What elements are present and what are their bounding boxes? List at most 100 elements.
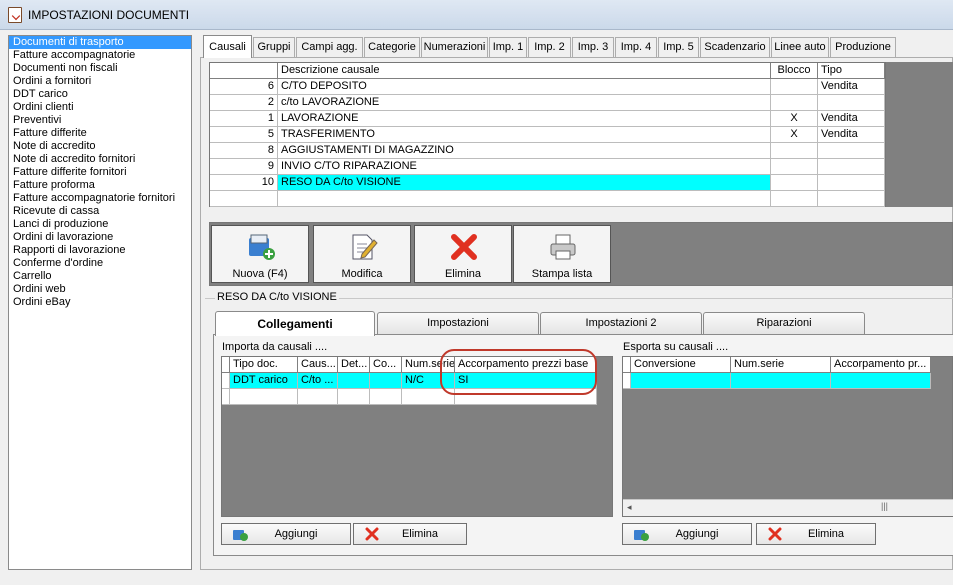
list-item[interactable]: Carrello: [9, 270, 191, 283]
list-item[interactable]: Fatture accompagnatorie: [9, 49, 191, 62]
table-cell[interactable]: LAVORAZIONE: [278, 111, 771, 127]
table-cell[interactable]: AGGIUSTAMENTI DI MAGAZZINO: [278, 143, 771, 159]
table-cell[interactable]: [818, 175, 885, 191]
column-header[interactable]: [210, 63, 278, 79]
table-cell[interactable]: X: [771, 111, 818, 127]
list-item[interactable]: Fatture accompagnatorie fornitori: [9, 192, 191, 205]
table-cell[interactable]: RESO DA C/to VISIONE: [278, 175, 771, 191]
import-delete-button[interactable]: Elimina: [353, 523, 467, 545]
table-cell[interactable]: C/TO DEPOSITO: [278, 79, 771, 95]
table-cell[interactable]: [818, 191, 885, 207]
scroll-left-icon[interactable]: ◂: [627, 502, 632, 513]
table-cell[interactable]: 5: [210, 127, 278, 143]
list-item[interactable]: Note di accredito fornitori: [9, 153, 191, 166]
table-cell[interactable]: [222, 373, 230, 389]
tab-scadenzario[interactable]: Scadenzario: [700, 37, 770, 57]
subtab-collegamenti[interactable]: Collegamenti: [215, 311, 375, 336]
list-item[interactable]: Ordini eBay: [9, 296, 191, 309]
table-cell[interactable]: [338, 373, 370, 389]
table-cell[interactable]: [370, 389, 402, 405]
list-item[interactable]: Ordini di lavorazione: [9, 231, 191, 244]
table-row[interactable]: 8 AGGIUSTAMENTI DI MAGAZZINO: [210, 143, 885, 159]
list-item[interactable]: Rapporti di lavorazione: [9, 244, 191, 257]
table-cell[interactable]: [338, 389, 370, 405]
tab-gruppi[interactable]: Gruppi: [253, 37, 295, 57]
list-item[interactable]: Documenti non fiscali: [9, 62, 191, 75]
tab-imp-2[interactable]: Imp. 2: [528, 37, 571, 57]
table-row[interactable]: [623, 373, 931, 389]
column-header[interactable]: Tipo doc.: [230, 357, 298, 373]
column-header[interactable]: Det...: [338, 357, 370, 373]
list-item[interactable]: Lanci di produzione: [9, 218, 191, 231]
tab-imp-5[interactable]: Imp. 5: [658, 37, 699, 57]
new-button[interactable]: Nuova (F4): [211, 225, 309, 283]
column-header[interactable]: Conversione: [631, 357, 731, 373]
column-header[interactable]: Descrizione causale: [278, 63, 771, 79]
column-header[interactable]: [222, 357, 230, 373]
tab-imp-4[interactable]: Imp. 4: [615, 37, 657, 57]
table-row[interactable]: [210, 191, 885, 207]
table-cell[interactable]: [230, 389, 298, 405]
list-item[interactable]: Conferme d'ordine: [9, 257, 191, 270]
table-cell[interactable]: Vendita: [818, 111, 885, 127]
table-cell[interactable]: 10: [210, 175, 278, 191]
causali-grid[interactable]: Descrizione causale Blocco Tipo 6 C/TO DEPOS…: [209, 62, 886, 207]
table-cell[interactable]: [370, 373, 402, 389]
table-cell[interactable]: [831, 373, 931, 389]
table-cell[interactable]: [298, 389, 338, 405]
table-cell[interactable]: [818, 159, 885, 175]
table-cell[interactable]: [210, 191, 278, 207]
table-cell[interactable]: C/to ...: [298, 373, 338, 389]
column-header[interactable]: Tipo: [818, 63, 885, 79]
list-item[interactable]: Ricevute di cassa: [9, 205, 191, 218]
table-row[interactable]: 5 TRASFERIMENTO X Vendita: [210, 127, 885, 143]
edit-button[interactable]: Modifica: [313, 225, 411, 283]
table-cell[interactable]: [222, 389, 230, 405]
table-row[interactable]: 1 LAVORAZIONE X Vendita: [210, 111, 885, 127]
column-header[interactable]: Accorpamento pr...: [831, 357, 931, 373]
list-item[interactable]: Fatture differite: [9, 127, 191, 140]
document-type-list[interactable]: Documenti di trasporto Fatture accompagna…: [8, 35, 192, 570]
subtab-impostazioni-2[interactable]: Impostazioni 2: [540, 312, 702, 334]
list-item[interactable]: DDT carico: [9, 88, 191, 101]
table-cell[interactable]: DDT carico: [230, 373, 298, 389]
table-row[interactable]: 2 c/to LAVORAZIONE: [210, 95, 885, 111]
list-item[interactable]: Fatture differite fornitori: [9, 166, 191, 179]
table-cell[interactable]: 8: [210, 143, 278, 159]
table-cell[interactable]: [818, 143, 885, 159]
tab-linee-auto[interactable]: Linee auto: [771, 37, 829, 57]
table-cell[interactable]: X: [771, 127, 818, 143]
table-cell[interactable]: Vendita: [818, 79, 885, 95]
table-cell[interactable]: Vendita: [818, 127, 885, 143]
list-item[interactable]: Note di accredito: [9, 140, 191, 153]
scroll-grip-icon[interactable]: |||: [881, 501, 888, 511]
tab-campi-agg[interactable]: Campi agg.: [296, 37, 363, 57]
table-cell[interactable]: [771, 159, 818, 175]
table-cell[interactable]: [771, 191, 818, 207]
table-cell[interactable]: [771, 95, 818, 111]
delete-button[interactable]: Elimina: [414, 225, 512, 283]
tab-numerazioni[interactable]: Numerazioni: [421, 37, 488, 57]
tab-produzione[interactable]: Produzione: [830, 37, 896, 57]
table-row[interactable]: 6 C/TO DEPOSITO Vendita: [210, 79, 885, 95]
tab-imp-1[interactable]: Imp. 1: [489, 37, 527, 57]
subtab-impostazioni[interactable]: Impostazioni: [377, 312, 539, 334]
table-cell[interactable]: [818, 95, 885, 111]
table-cell[interactable]: [631, 373, 731, 389]
table-cell[interactable]: 2: [210, 95, 278, 111]
print-button[interactable]: Stampa lista: [513, 225, 611, 283]
table-cell[interactable]: [771, 79, 818, 95]
table-cell[interactable]: 1: [210, 111, 278, 127]
table-cell[interactable]: [623, 373, 631, 389]
export-horizontal-scrollbar[interactable]: ◂ |||: [623, 499, 953, 516]
table-row[interactable]: 10 RESO DA C/to VISIONE: [210, 175, 885, 191]
tab-imp-3[interactable]: Imp. 3: [572, 37, 614, 57]
table-cell[interactable]: [731, 373, 831, 389]
column-header[interactable]: Co...: [370, 357, 402, 373]
list-item[interactable]: Fatture proforma: [9, 179, 191, 192]
column-header[interactable]: [623, 357, 631, 373]
import-add-button[interactable]: Aggiungi: [221, 523, 351, 545]
table-cell[interactable]: c/to LAVORAZIONE: [278, 95, 771, 111]
column-header[interactable]: Num.serie: [731, 357, 831, 373]
list-item[interactable]: Preventivi: [9, 114, 191, 127]
